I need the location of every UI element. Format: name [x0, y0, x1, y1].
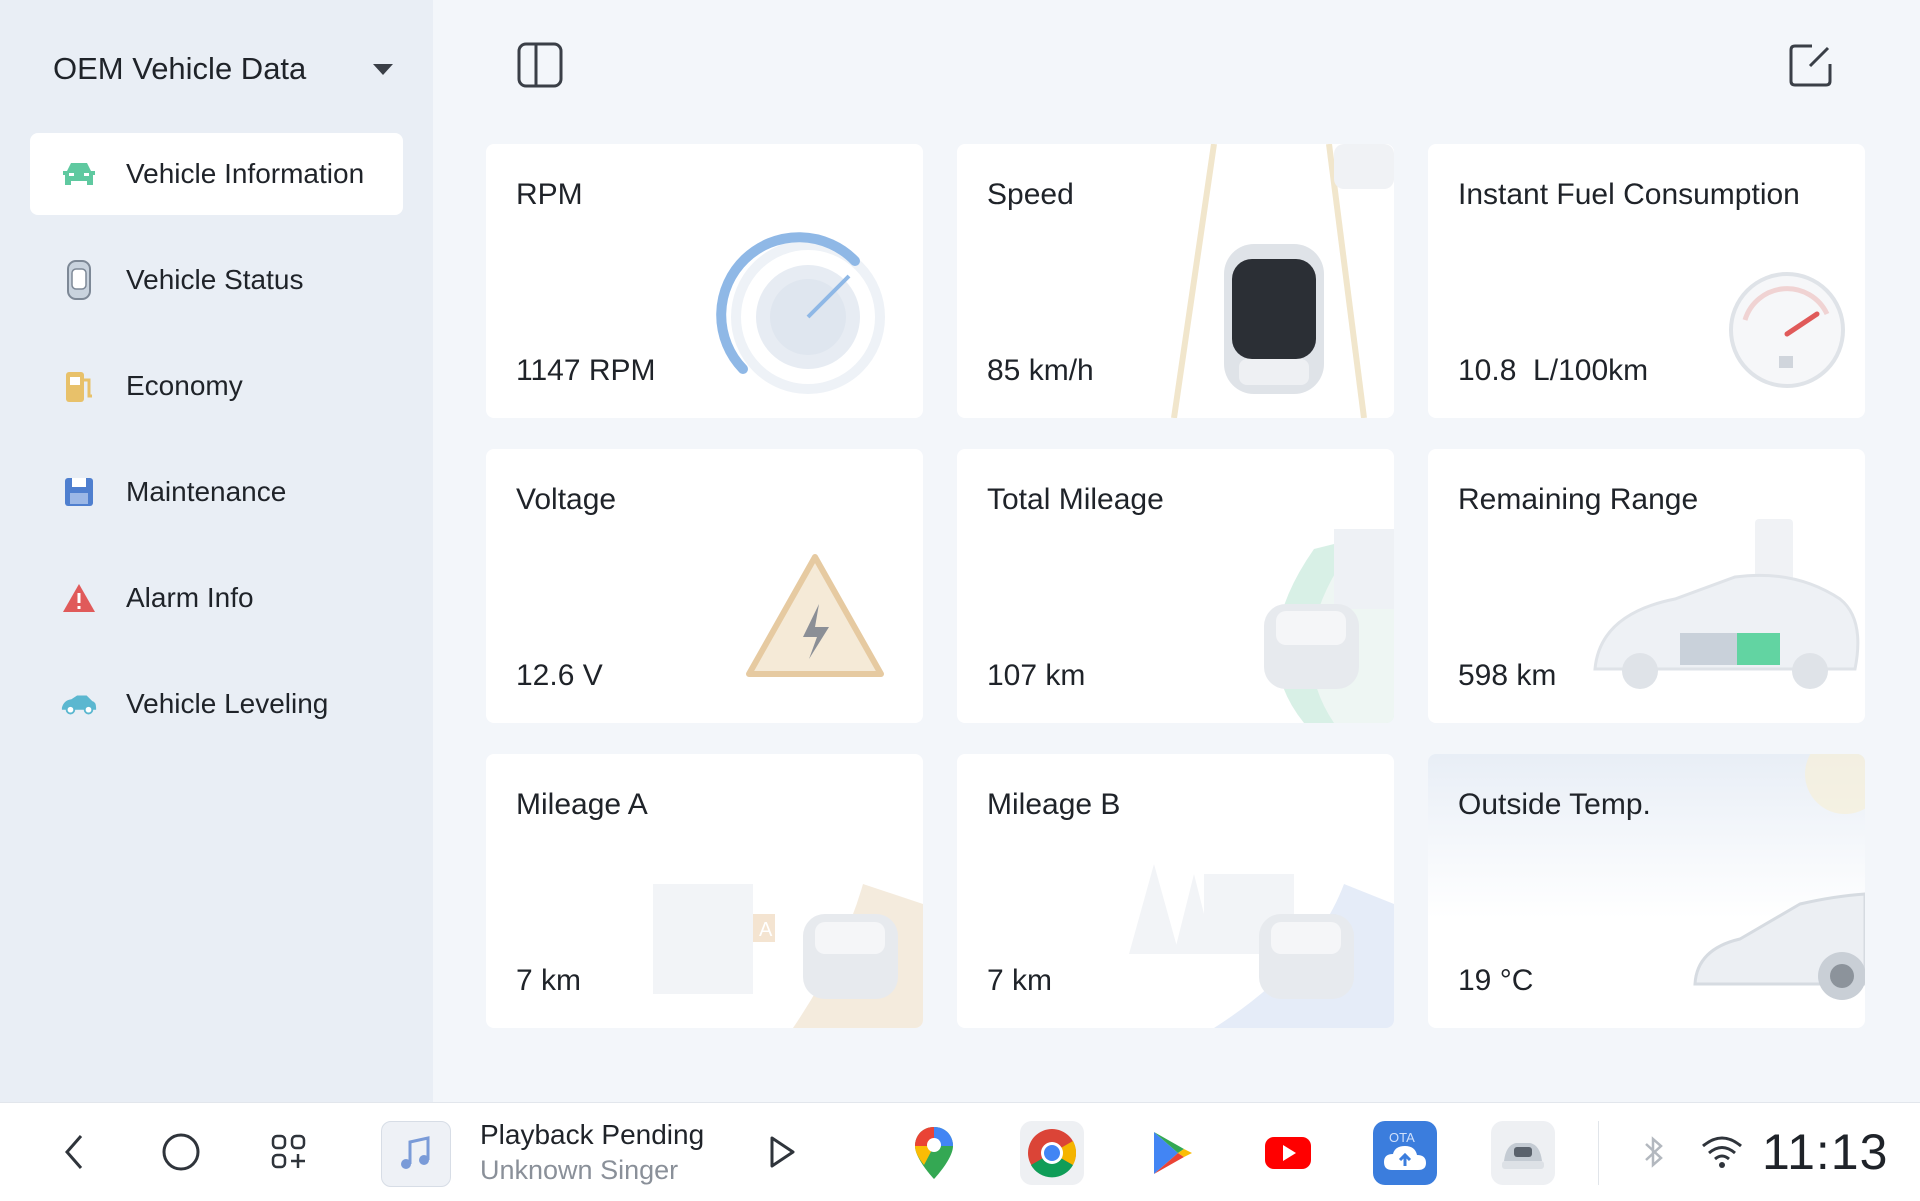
tachometer-icon — [716, 232, 885, 394]
taskbar: Playback Pending Unknown Singer OTA 11:1… — [0, 1102, 1920, 1201]
sidebar-item-label: Vehicle Status — [126, 264, 304, 295]
chrome-icon[interactable] — [1020, 1121, 1084, 1185]
wifi-icon[interactable] — [1695, 1125, 1749, 1179]
sidebar-item-economy[interactable]: Economy — [30, 345, 403, 427]
card-title: Voltage — [516, 483, 617, 516]
sidebar-item-label: Economy — [126, 370, 243, 401]
home-icon[interactable] — [154, 1125, 208, 1179]
card-value: 12.6 V — [516, 659, 603, 692]
warning-triangle-icon — [60, 579, 98, 617]
data-source-label: OEM Vehicle Data — [53, 51, 307, 86]
sidebar-item-vehicle-information[interactable]: Vehicle Information — [30, 133, 403, 215]
card-title: Speed — [987, 178, 1074, 211]
sidebar-item-vehicle-leveling[interactable]: Vehicle Leveling — [30, 663, 403, 745]
data-source-dropdown[interactable]: OEM Vehicle Data — [53, 44, 393, 94]
car-side-icon — [60, 685, 98, 723]
card-value: 85 km/h — [987, 354, 1094, 387]
music-note-icon[interactable] — [381, 1121, 451, 1187]
card-value: 7 km — [987, 964, 1053, 997]
road-sign-b-icon: B — [1129, 864, 1394, 1028]
card-mileage-b[interactable]: Mileage B 7 km B — [957, 754, 1394, 1028]
split-view-icon[interactable] — [517, 42, 563, 88]
chevron-down-icon — [373, 63, 393, 75]
card-value: 107 km — [987, 659, 1086, 692]
sidebar-item-vehicle-status[interactable]: Vehicle Status — [30, 239, 403, 321]
ev-battery-car-icon — [1593, 519, 1860, 689]
ota-cloud-icon[interactable]: OTA — [1373, 1121, 1437, 1185]
card-remaining-range[interactable]: Remaining Range 598 km — [1428, 449, 1865, 723]
media-title: Playback Pending — [480, 1119, 705, 1150]
clock: 11:13 — [1762, 1124, 1889, 1180]
card-rpm[interactable]: RPM 1147 RPM — [486, 144, 923, 418]
sidebar-item-label: Vehicle Information — [126, 158, 365, 189]
card-value: 598 km — [1458, 659, 1557, 692]
sign-a-label: A — [759, 919, 773, 941]
edit-icon[interactable] — [1788, 42, 1834, 88]
play-store-icon[interactable] — [1140, 1121, 1204, 1185]
save-disk-icon — [60, 473, 98, 511]
card-value: 19 °C — [1458, 964, 1534, 997]
sidebar-item-label: Vehicle Leveling — [126, 688, 329, 719]
car-top-icon — [60, 260, 98, 300]
sidebar-nav: Vehicle Information Vehicle Status Econo… — [30, 133, 403, 769]
ota-label: OTA — [1389, 1130, 1415, 1145]
card-voltage[interactable]: Voltage 12.6 V — [486, 449, 923, 723]
taskbar-divider — [1598, 1121, 1599, 1185]
sidebar-item-label: Maintenance — [126, 476, 287, 507]
app-grid-icon[interactable] — [262, 1125, 316, 1179]
sidebar: OEM Vehicle Data Vehicle Information Veh… — [0, 0, 433, 1102]
card-total-mileage[interactable]: Total Mileage 107 km — [957, 449, 1394, 723]
play-icon[interactable] — [755, 1125, 809, 1179]
sidebar-item-maintenance[interactable]: Maintenance — [30, 451, 403, 533]
media-artist: Unknown Singer — [480, 1155, 679, 1185]
vehicle-app-icon[interactable] — [1491, 1121, 1555, 1185]
youtube-icon[interactable] — [1256, 1121, 1320, 1185]
car-front-icon — [60, 155, 98, 193]
card-value: 7 km — [516, 964, 582, 997]
fuel-gauge-icon — [1729, 272, 1845, 388]
voltage-warning-icon — [746, 554, 884, 677]
card-speed[interactable]: Speed 85 km/h — [957, 144, 1394, 418]
fuel-pump-icon — [60, 367, 98, 405]
card-instant-fuel[interactable]: Instant Fuel Consumption 10.8 L/100km — [1428, 144, 1865, 418]
back-icon[interactable] — [47, 1125, 101, 1179]
sidebar-item-alarm-info[interactable]: Alarm Info — [30, 557, 403, 639]
bluetooth-icon[interactable] — [1627, 1125, 1681, 1179]
maps-icon[interactable] — [902, 1121, 966, 1185]
card-mileage-a[interactable]: Mileage A 7 km A — [486, 754, 923, 1028]
car-weather-icon — [1693, 754, 1865, 1000]
car-on-road-icon — [1171, 144, 1394, 418]
sidebar-item-label: Alarm Info — [126, 582, 254, 613]
card-title: RPM — [516, 178, 583, 211]
road-sign-a-icon: A — [653, 884, 923, 1028]
road-mileage-icon — [1264, 529, 1394, 723]
card-outside-temp[interactable]: Outside Temp. 19 °C — [1428, 754, 1865, 1028]
